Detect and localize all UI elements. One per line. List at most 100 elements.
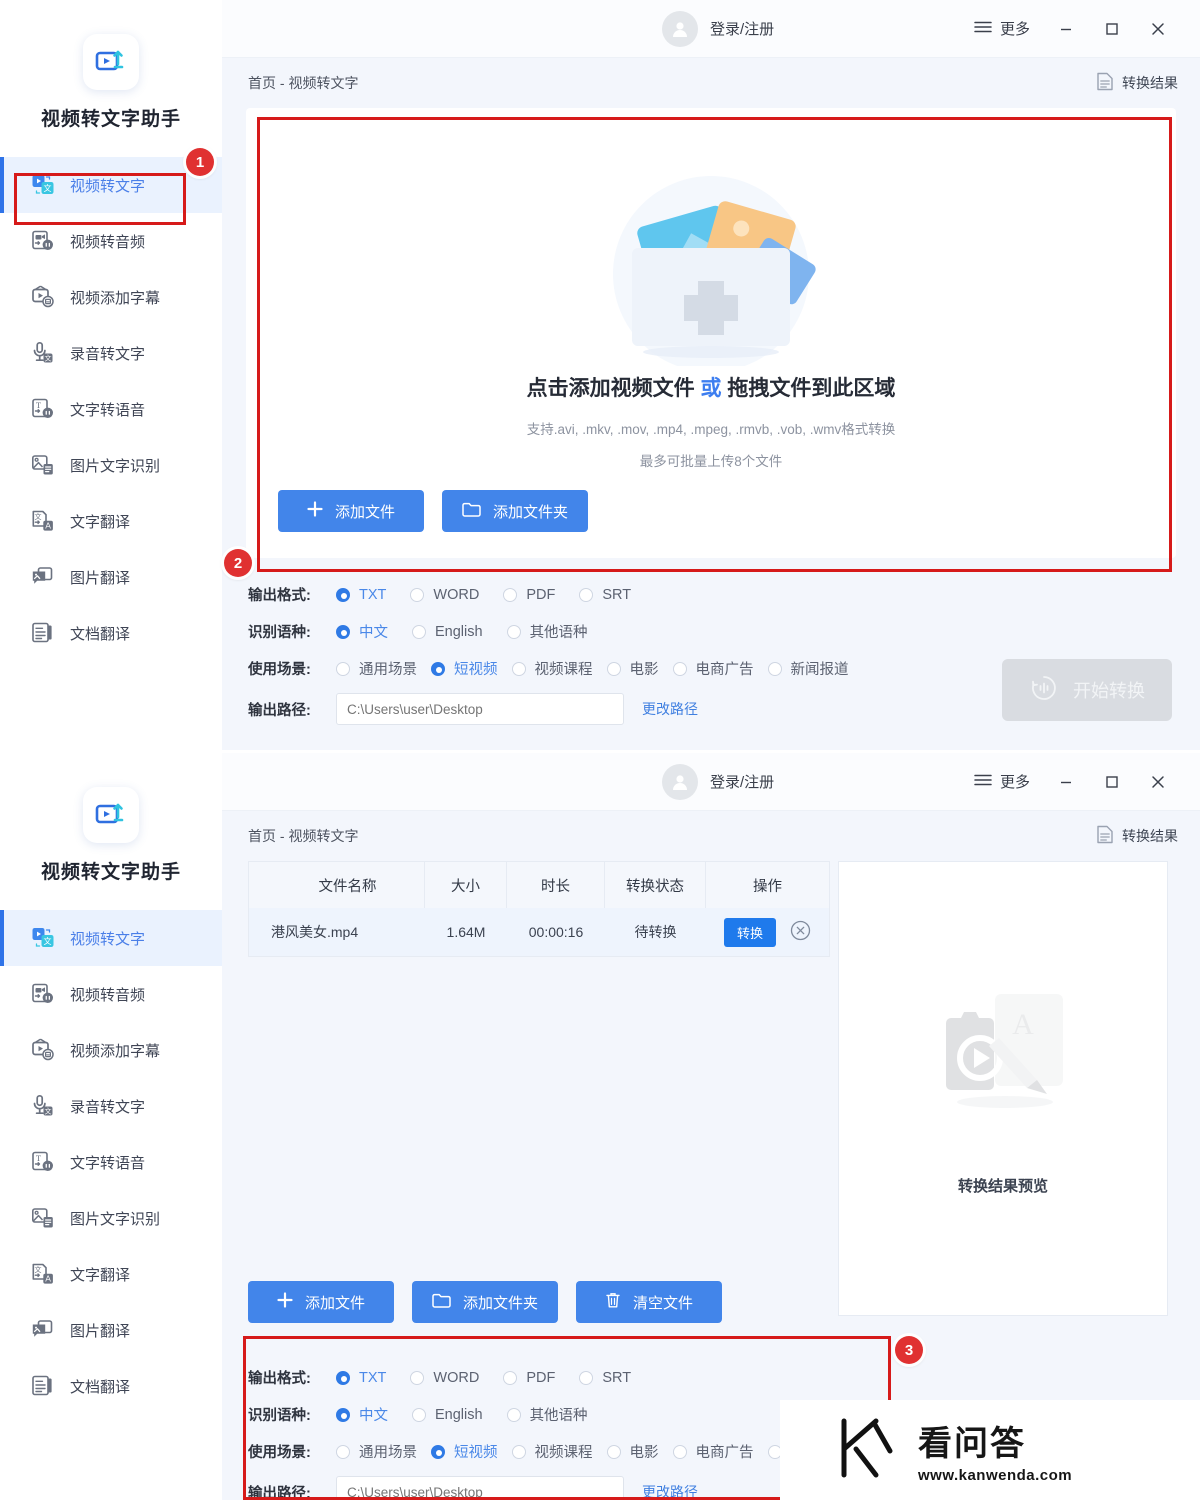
close-button[interactable] — [1138, 11, 1178, 47]
sidebar-item-label: 录音转文字 — [70, 345, 146, 363]
sidebar-item-text-translate[interactable]: 文 A 文字翻译 — [0, 1246, 222, 1302]
upload-title: 点击添加视频文件 或 拖拽文件到此区域 — [527, 372, 896, 402]
convert-row-button[interactable]: 转换 — [723, 917, 776, 947]
format-option-label: SRT — [602, 1369, 632, 1386]
scene-option-movie[interactable]: 电影 — [606, 658, 659, 679]
radio-dot-icon — [506, 624, 521, 639]
add-file-button[interactable]: 添加文件 — [278, 490, 424, 532]
output-path-input[interactable] — [336, 1476, 624, 1500]
radio-dot-icon — [606, 661, 621, 676]
scene-option-ecommerce-ad[interactable]: 电商广告 — [672, 1441, 754, 1462]
sidebar-item-voice-to-text[interactable]: 文 录音转文字 — [0, 325, 222, 381]
add-folder-button[interactable]: 添加文件夹 — [442, 490, 588, 532]
voice-to-text-icon: 文 — [30, 340, 56, 366]
language-option-chinese[interactable]: 中文 — [336, 1404, 388, 1425]
sidebar-item-image-ocr[interactable]: 图片文字识别 — [0, 437, 222, 493]
clear-files-button[interactable]: 清空文件 — [576, 1281, 722, 1323]
sidebar-item-image-ocr[interactable]: 图片文字识别 — [0, 1190, 222, 1246]
table-row[interactable]: 港风美女.mp4 1.64M 00:00:16 待转换 转换 — [249, 908, 829, 956]
output-path-label: 输出路径: — [248, 702, 311, 719]
sidebar-item-video-to-audio[interactable]: 视频转音频 — [0, 213, 222, 269]
format-option-srt[interactable]: SRT — [579, 587, 631, 603]
account-button[interactable]: 登录/注册 — [662, 763, 774, 800]
scene-option-news[interactable]: 新闻报道 — [767, 658, 849, 679]
scene-option-movie[interactable]: 电影 — [606, 1441, 659, 1462]
sidebar-item-video-to-audio[interactable]: 视频转音频 — [0, 966, 222, 1022]
sidebar-item-image-translate[interactable]: 图片翻译 — [0, 549, 222, 605]
conversion-result-button[interactable]: 转换结果 — [1096, 72, 1178, 94]
maximize-button[interactable] — [1092, 764, 1132, 800]
radio-dot-icon — [412, 624, 426, 639]
sidebar-item-text-translate[interactable]: 文 A 文字翻译 — [0, 493, 222, 549]
sidebar-item-label: 图片文字识别 — [70, 1210, 161, 1228]
language-option-label: 其他语种 — [529, 1408, 588, 1424]
sidebar-item-video-add-subtitle[interactable]: 视频添加字幕 — [0, 1022, 222, 1078]
image-ocr-icon — [30, 452, 56, 478]
format-option-srt[interactable]: SRT — [579, 1370, 631, 1386]
watermark-text: 看问答 www.kanwenda.com — [918, 1416, 1072, 1484]
change-path-link[interactable]: 更改路径 — [642, 1482, 698, 1500]
format-option-txt[interactable]: TXT — [336, 587, 386, 603]
sidebar-item-document-translate[interactable]: 文档翻译 — [0, 605, 222, 661]
radio-dot-icon — [431, 1444, 445, 1459]
account-label: 登录/注册 — [710, 21, 775, 38]
conversion-result-button[interactable]: 转换结果 — [1096, 825, 1178, 847]
account-button[interactable]: 登录/注册 — [662, 10, 775, 47]
sidebar-item-document-translate[interactable]: 文档翻译 — [0, 1358, 222, 1414]
language-option-english[interactable]: English — [412, 1407, 483, 1423]
sidebar-item-video-add-subtitle[interactable]: 视频添加字幕 — [0, 269, 222, 325]
scene-option-general[interactable]: 通用场景 — [336, 658, 417, 679]
language-option-other[interactable]: 其他语种 — [506, 1404, 588, 1425]
minimize-button[interactable] — [1046, 764, 1086, 800]
conversion-preview-placeholder-icon: A — [923, 982, 1083, 1157]
add-folder-button[interactable]: 添加文件夹 — [412, 1281, 558, 1323]
format-option-pdf[interactable]: PDF — [503, 1370, 555, 1386]
scene-option-course[interactable]: 视频课程 — [511, 1441, 593, 1462]
add-file-button[interactable]: 添加文件 — [248, 1281, 394, 1323]
close-button[interactable] — [1138, 764, 1178, 800]
document-result-icon — [1096, 825, 1114, 847]
scene-option-general[interactable]: 通用场景 — [336, 1441, 417, 1462]
upload-title-part1: 点击添加视频文件 — [526, 377, 701, 400]
minimize-button[interactable] — [1046, 11, 1086, 47]
language-option-english[interactable]: English — [412, 624, 483, 640]
sidebar-item-image-translate[interactable]: 图片翻译 — [0, 1302, 222, 1358]
format-option-word[interactable]: WORD — [410, 1370, 479, 1386]
scene-option-short-video[interactable]: 短视频 — [431, 1441, 498, 1462]
circle-close-icon[interactable] — [790, 920, 811, 944]
scene-option-short-video[interactable]: 短视频 — [431, 658, 498, 679]
scene-option-ecommerce-ad[interactable]: 电商广告 — [672, 658, 754, 679]
titlebar-bottom: 登录/注册 更多 — [222, 753, 1200, 811]
format-option-word[interactable]: WORD — [410, 587, 479, 603]
scene-option-label: 视频课程 — [534, 1445, 593, 1461]
radio-dot-icon — [431, 661, 445, 676]
column-header-action: 操作 — [753, 878, 782, 895]
document-result-icon — [1096, 72, 1114, 94]
svg-text:A: A — [45, 1274, 51, 1284]
annotation-badge-1: 1 — [186, 148, 214, 176]
start-convert-button[interactable]: 开始转换 — [1002, 659, 1172, 721]
scene-option-course[interactable]: 视频课程 — [511, 658, 593, 679]
language-option-other[interactable]: 其他语种 — [506, 621, 588, 642]
maximize-button[interactable] — [1092, 11, 1132, 47]
change-path-link[interactable]: 更改路径 — [642, 699, 698, 719]
more-button[interactable]: 更多 — [974, 18, 1030, 39]
sidebar-bottom: 视频转文字助手 文 视频转文字 视频转音频 视频添加字幕 文 录音转文字 T 文… — [0, 753, 222, 1500]
sidebar-item-text-to-speech[interactable]: T 文字转语音 — [0, 381, 222, 437]
table-header-row: 文件名称 大小 时长 转换状态 操作 — [249, 862, 829, 908]
format-option-txt[interactable]: TXT — [336, 1370, 386, 1386]
upload-dropzone[interactable]: 点击添加视频文件 或 拖拽文件到此区域 支持.avi, .mkv, .mov, … — [246, 108, 1176, 558]
radio-dot-icon — [506, 1407, 521, 1422]
output-path-input[interactable] — [336, 693, 624, 725]
sidebar-item-text-to-speech[interactable]: T 文字转语音 — [0, 1134, 222, 1190]
kanwenda-logo-icon — [830, 1411, 904, 1490]
language-option-chinese[interactable]: 中文 — [336, 621, 388, 642]
hamburger-menu-icon — [974, 20, 992, 38]
radio-dot-icon — [336, 587, 350, 602]
more-button[interactable]: 更多 — [974, 771, 1030, 792]
radio-dot-icon — [336, 1370, 350, 1385]
format-option-pdf[interactable]: PDF — [503, 587, 555, 603]
sidebar-item-video-to-text[interactable]: 文 视频转文字 — [0, 910, 222, 966]
sidebar-item-label: 视频转音频 — [70, 986, 146, 1004]
sidebar-item-voice-to-text[interactable]: 文 录音转文字 — [0, 1078, 222, 1134]
